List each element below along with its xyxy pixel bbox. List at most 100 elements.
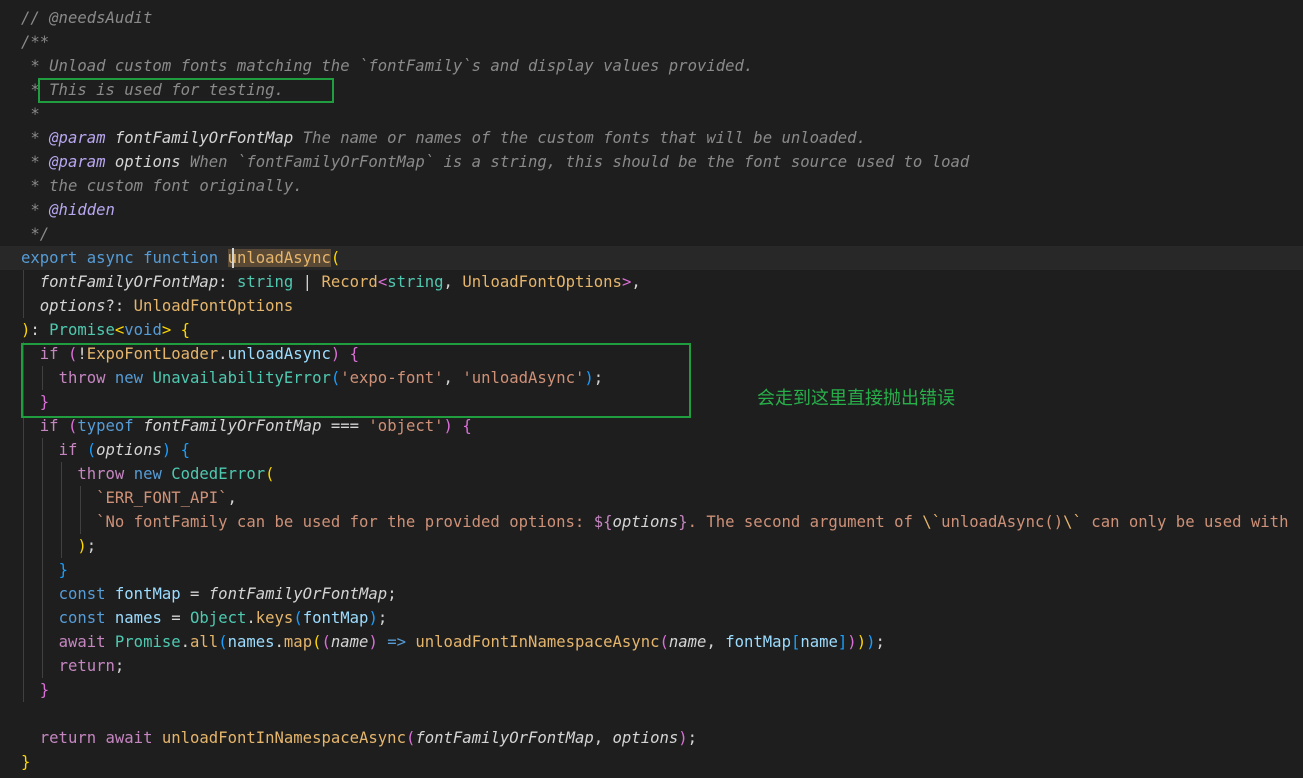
code-token: (: [265, 465, 275, 483]
code-token: options: [96, 441, 162, 459]
code-line[interactable]: );: [21, 534, 1303, 558]
code-line[interactable]: }: [21, 750, 1303, 774]
code-line[interactable]: * @param options When `fontFamilyOrFontM…: [21, 150, 1303, 174]
code-token: >: [621, 273, 632, 291]
text-cursor: [232, 248, 234, 268]
code-line[interactable]: // @needsAudit: [21, 6, 1303, 30]
code-token: ): [678, 729, 688, 747]
code-token: typeof: [77, 417, 134, 435]
code-line[interactable]: * Unload custom fonts matching the `font…: [21, 54, 1303, 78]
code-token: *: [21, 201, 50, 219]
code-line[interactable]: fontFamilyOrFontMap: string | Record<str…: [21, 270, 1303, 294]
code-token: ?:: [105, 297, 134, 315]
code-token: @hidden: [49, 201, 115, 219]
code-token: new: [133, 465, 162, 483]
code-token: <: [114, 321, 125, 339]
code-token: ): [21, 321, 31, 339]
code-token: .: [274, 633, 284, 651]
code-token: }: [39, 681, 50, 699]
code-line[interactable]: const fontMap = fontFamilyOrFontMap;: [21, 582, 1303, 606]
code-line[interactable]: if (options) {: [21, 438, 1303, 462]
code-token: .: [180, 633, 191, 651]
code-token: |: [293, 273, 322, 291]
code-token: \`: [1063, 513, 1082, 531]
code-token: =>: [377, 633, 416, 651]
code-line[interactable]: [21, 702, 1303, 726]
code-token: ]: [837, 633, 848, 651]
code-token: const: [58, 609, 106, 627]
code-line[interactable]: }: [21, 558, 1303, 582]
code-token: (: [321, 633, 331, 651]
code-token: fontFamilyOrFontMap: [415, 729, 594, 747]
code-line[interactable]: await Promise.all(names.map((name) => un…: [21, 630, 1303, 654]
code-token: fontFamilyOrFontMap: [39, 273, 219, 291]
code-token: {: [180, 441, 191, 459]
code-token: \`: [922, 513, 942, 531]
code-token: name: [668, 633, 707, 651]
code-token: await: [58, 633, 106, 651]
code-token: options: [39, 297, 106, 315]
code-token: ${: [593, 513, 613, 531]
code-line[interactable]: return await unloadFontInNamespaceAsync(…: [21, 726, 1303, 750]
code-token: function: [143, 249, 219, 267]
code-line[interactable]: }: [21, 678, 1303, 702]
code-line[interactable]: * the custom font originally.: [21, 174, 1303, 198]
code-token: :: [30, 321, 50, 339]
code-token: =: [180, 585, 209, 603]
code-token: ;: [875, 633, 885, 651]
code-token: name: [800, 633, 838, 651]
annotation-box-comment: [38, 78, 334, 103]
annotation-box-throw-block: [21, 343, 691, 418]
code-line[interactable]: * @hidden: [21, 198, 1303, 222]
code-token: <: [377, 273, 388, 291]
code-line[interactable]: options?: UnloadFontOptions: [21, 294, 1303, 318]
code-token: return: [39, 729, 97, 747]
code-token: (: [405, 729, 416, 747]
code-line[interactable]: ): Promise<void> {: [21, 318, 1303, 342]
code-token: *: [21, 129, 50, 147]
code-token: void: [124, 321, 162, 339]
code-line[interactable]: throw new CodedError(: [21, 462, 1303, 486]
code-line[interactable]: export async function unloadAsync(: [21, 246, 1303, 270]
code-token: UnloadFontOptions: [133, 297, 294, 315]
code-line[interactable]: `ERR_FONT_API`,: [21, 486, 1303, 510]
code-line[interactable]: return;: [21, 654, 1303, 678]
code-token: :: [218, 273, 237, 291]
code-token: all: [190, 633, 219, 651]
code-line[interactable]: *: [21, 102, 1303, 126]
code-token: ;: [114, 657, 125, 675]
code-line[interactable]: `No fontFamily can be used for the provi…: [21, 510, 1303, 534]
code-line[interactable]: /**: [21, 30, 1303, 54]
code-token: `No fontFamily can be used for the provi…: [96, 513, 594, 531]
code-token: Record: [321, 273, 378, 291]
code-token: unloadAsync(): [941, 513, 1064, 531]
code-line[interactable]: */: [21, 222, 1303, 246]
code-token: string: [387, 273, 444, 291]
code-token: *: [21, 153, 50, 171]
code-line[interactable]: const names = Object.keys(fontMap);: [21, 606, 1303, 630]
code-token: name: [330, 633, 369, 651]
code-token: ===: [321, 417, 369, 435]
code-token: ): [161, 441, 172, 459]
code-token: ;: [387, 585, 397, 603]
code-token: When `fontFamilyOrFontMap` is a string, …: [180, 153, 970, 171]
code-token: }: [58, 561, 68, 579]
code-token: * the custom font originally.: [21, 177, 303, 195]
code-line[interactable]: * @param fontFamilyOrFontMap The name or…: [21, 126, 1303, 150]
